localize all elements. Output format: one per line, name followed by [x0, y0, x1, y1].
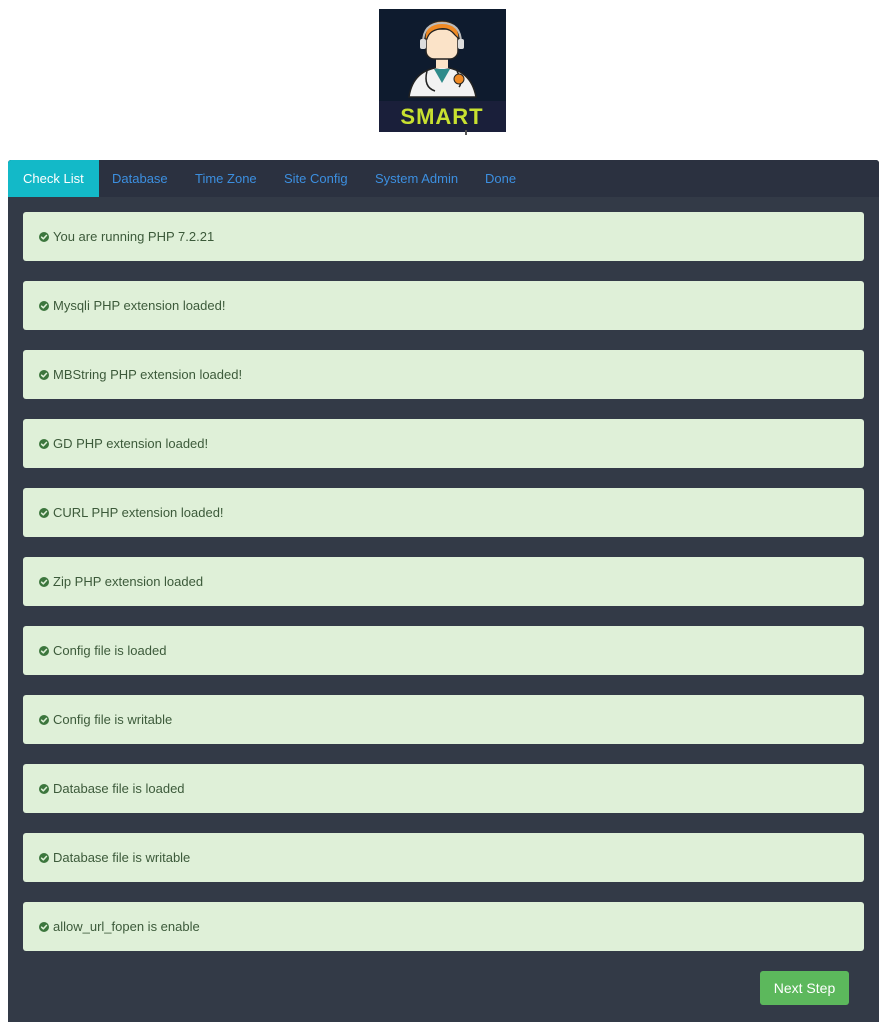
check-circle-icon — [39, 300, 49, 311]
check-circle-icon — [39, 783, 49, 794]
check-item-text: CURL PHP extension loaded! — [53, 505, 224, 520]
check-item-text: allow_url_fopen is enable — [53, 919, 200, 934]
tab-check-list[interactable]: Check List — [8, 160, 99, 197]
logo-caret — [465, 130, 467, 135]
check-item-text: Mysqli PHP extension loaded! — [53, 298, 226, 313]
check-item: Config file is writable — [23, 695, 864, 744]
check-circle-icon — [39, 507, 49, 518]
next-step-button[interactable]: Next Step — [760, 971, 849, 1005]
check-item: Config file is loaded — [23, 626, 864, 675]
tab-done[interactable]: Done — [485, 160, 516, 197]
check-item: Zip PHP extension loaded — [23, 557, 864, 606]
check-item-text: You are running PHP 7.2.21 — [53, 229, 215, 244]
check-item: You are running PHP 7.2.21 — [23, 212, 864, 261]
tab-database[interactable]: Database — [112, 160, 168, 197]
check-item-text: Config file is writable — [53, 712, 173, 727]
check-item: CURL PHP extension loaded! — [23, 488, 864, 537]
tab-time-zone[interactable]: Time Zone — [195, 160, 257, 197]
installer-panel: Check List Database Time Zone Site Confi… — [8, 160, 879, 1022]
check-circle-icon — [39, 852, 49, 863]
check-item-text: Database file is loaded — [53, 781, 185, 796]
check-circle-icon — [39, 921, 49, 932]
doctor-avatar-icon: SMART — [379, 9, 506, 132]
check-item: Mysqli PHP extension loaded! — [23, 281, 864, 330]
check-circle-icon — [39, 714, 49, 725]
check-item: Database file is loaded — [23, 764, 864, 813]
check-circle-icon — [39, 645, 49, 656]
check-item-text: GD PHP extension loaded! — [53, 436, 209, 451]
wizard-tabs: Check List Database Time Zone Site Confi… — [8, 160, 879, 197]
check-circle-icon — [39, 438, 49, 449]
logo: SMART — [379, 9, 506, 132]
logo-wordmark: SMART — [400, 104, 483, 129]
check-item-text: Zip PHP extension loaded — [53, 574, 204, 589]
check-item-text: Config file is loaded — [53, 643, 167, 658]
check-item: Database file is writable — [23, 833, 864, 882]
tab-site-config[interactable]: Site Config — [284, 160, 348, 197]
check-circle-icon — [39, 576, 49, 587]
check-circle-icon — [39, 231, 49, 242]
check-circle-icon — [39, 369, 49, 380]
check-item: allow_url_fopen is enable — [23, 902, 864, 951]
check-item-text: Database file is writable — [53, 850, 191, 865]
tab-system-admin[interactable]: System Admin — [375, 160, 458, 197]
check-item: GD PHP extension loaded! — [23, 419, 864, 468]
check-item-text: MBString PHP extension loaded! — [53, 367, 243, 382]
check-item: MBString PHP extension loaded! — [23, 350, 864, 399]
